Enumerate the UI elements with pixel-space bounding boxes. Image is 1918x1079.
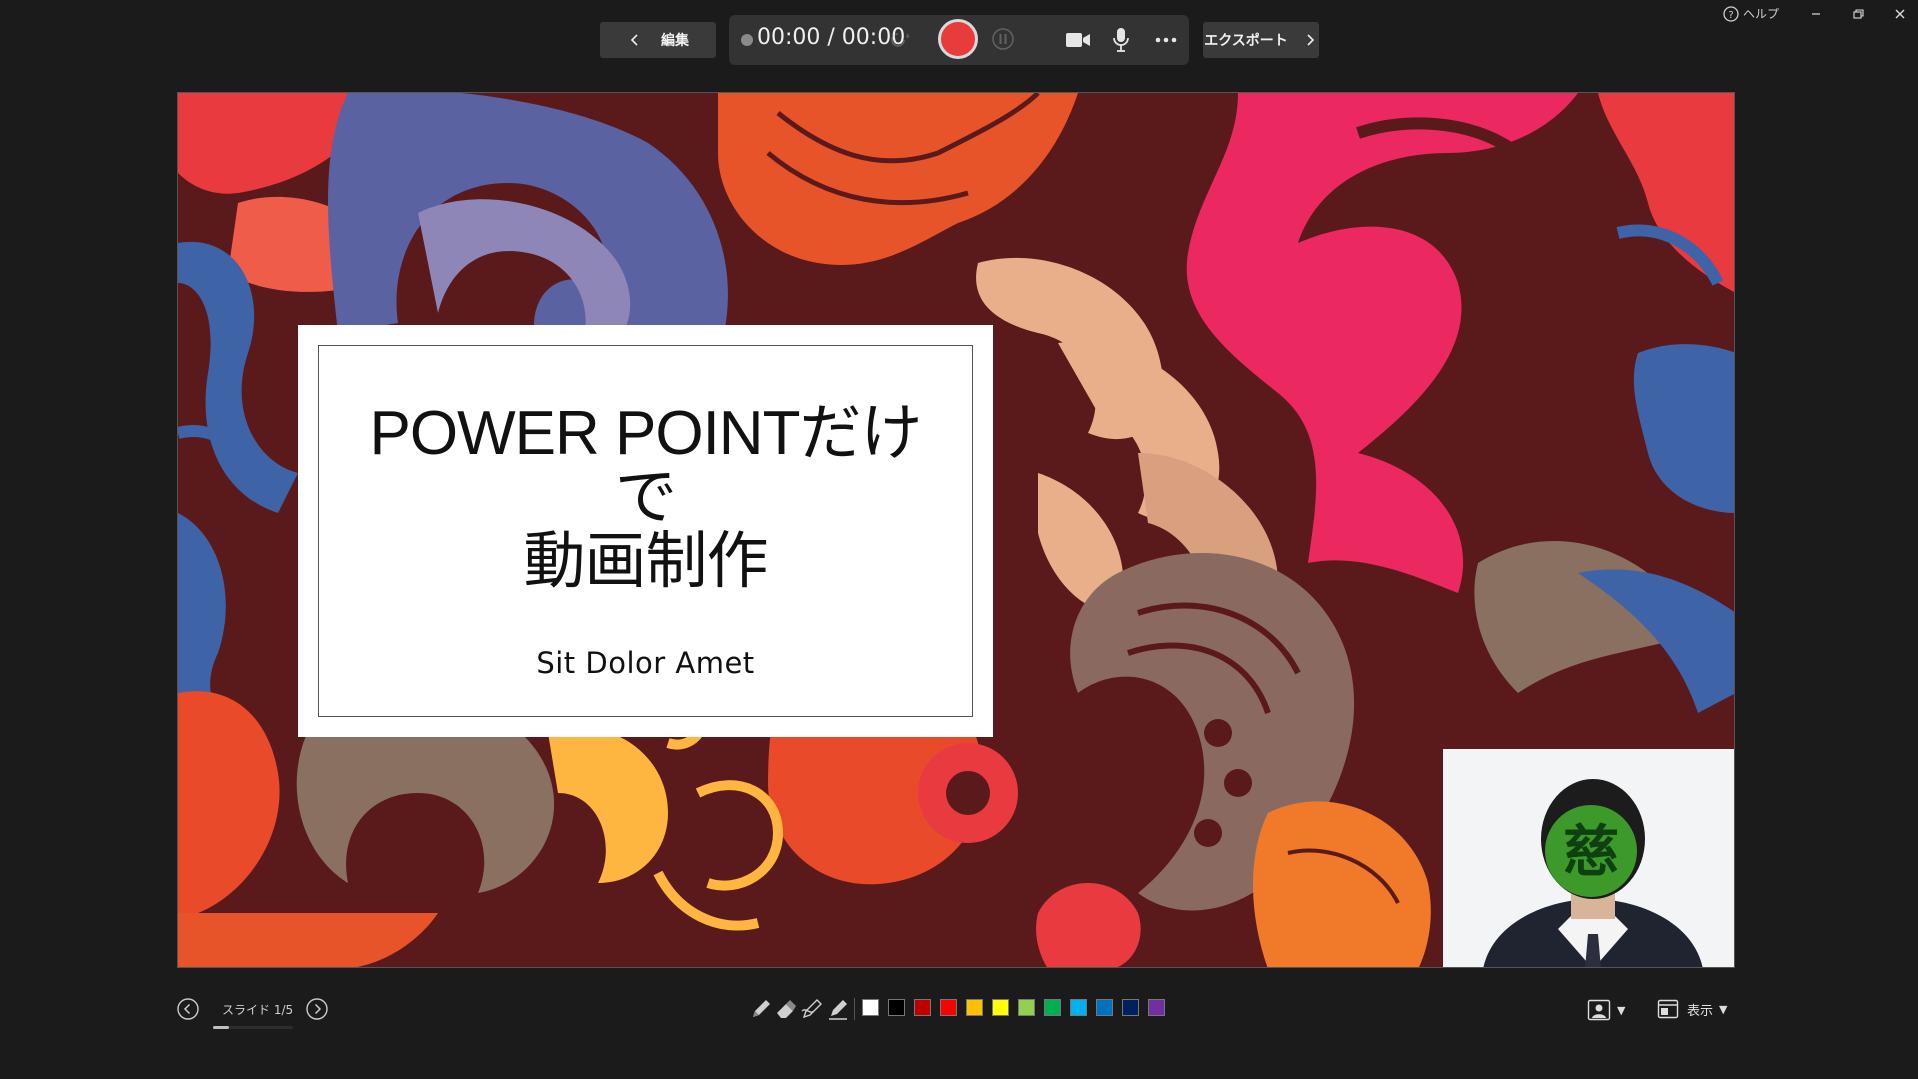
mosaic-glyph: 慈: [1563, 820, 1619, 885]
camera-options-button[interactable]: ▼: [1587, 999, 1625, 1021]
reset-icon[interactable]: [887, 29, 909, 51]
ink-color-palette: [862, 999, 1174, 1016]
edit-button-label: 編集: [661, 33, 689, 49]
slide-title: POWER POINTだけで 動画制作: [346, 402, 946, 594]
view-menu-caret-icon: ▼: [1719, 1002, 1728, 1016]
next-slide-icon[interactable]: [305, 997, 329, 1021]
export-button[interactable]: エクスポート: [1203, 22, 1319, 58]
chevron-right-icon: [1307, 34, 1314, 46]
recording-timer: 00:00 / 00:00: [757, 25, 906, 50]
help-icon: ?: [1723, 5, 1739, 22]
help-button[interactable]: ? ヘルプ: [1723, 5, 1779, 22]
edit-button[interactable]: 編集: [600, 22, 716, 58]
camera-icon[interactable]: [1065, 29, 1091, 51]
microphone-icon[interactable]: [1111, 26, 1131, 54]
camera-options-caret-icon: ▼: [1617, 1003, 1626, 1017]
pen-icon[interactable]: [749, 997, 773, 1021]
slide-progress-fill: [213, 1026, 229, 1029]
color-swatch[interactable]: [1070, 999, 1087, 1016]
webcam-preview: 慈: [1443, 749, 1734, 967]
presenter-video-icon: 慈: [1443, 749, 1734, 967]
record-button[interactable]: [938, 19, 978, 59]
color-swatch[interactable]: [888, 999, 905, 1016]
color-swatch[interactable]: [1044, 999, 1061, 1016]
color-swatch[interactable]: [1018, 999, 1035, 1016]
help-label: ヘルプ: [1743, 7, 1780, 21]
slide-progress-bar: [213, 1026, 293, 1029]
color-swatch[interactable]: [940, 999, 957, 1016]
person-frame-icon: [1587, 999, 1611, 1021]
recording-indicator-icon: [741, 34, 753, 46]
pause-icon[interactable]: [991, 27, 1015, 51]
layout-icon: [1657, 999, 1679, 1019]
view-menu-button[interactable]: 表示 ▼: [1657, 999, 1727, 1019]
more-options-icon[interactable]: [1153, 29, 1179, 51]
toolbar-divider: [854, 998, 855, 1020]
slide-title-line-1: POWER POINTだけで: [369, 399, 923, 532]
view-menu-label: 表示: [1687, 1003, 1714, 1019]
color-swatch[interactable]: [862, 999, 879, 1016]
color-swatch[interactable]: [992, 999, 1009, 1016]
minimize-icon[interactable]: [1808, 6, 1824, 22]
previous-slide-icon[interactable]: [176, 997, 200, 1021]
color-swatch[interactable]: [1122, 999, 1139, 1016]
slide-preview: POWER POINTだけで 動画制作 Sit Dolor Amet 慈: [177, 92, 1735, 968]
color-swatch[interactable]: [914, 999, 931, 1016]
slide-subtitle: Sit Dolor Amet: [536, 646, 755, 680]
laser-pointer-icon[interactable]: [800, 997, 824, 1021]
svg-text:?: ?: [1728, 10, 1733, 21]
slide-counter: スライド 1/5: [222, 1003, 294, 1017]
export-button-label: エクスポート: [1204, 33, 1288, 49]
restore-icon[interactable]: [1850, 6, 1866, 22]
title-frame: POWER POINTだけで 動画制作 Sit Dolor Amet: [318, 345, 973, 717]
highlighter-icon[interactable]: [826, 997, 850, 1021]
slide-title-line-2: 動画制作: [523, 527, 768, 596]
close-icon[interactable]: [1892, 6, 1908, 22]
title-placeholder: POWER POINTだけで 動画制作 Sit Dolor Amet: [298, 325, 993, 737]
color-swatch[interactable]: [1096, 999, 1113, 1016]
color-swatch[interactable]: [966, 999, 983, 1016]
color-swatch[interactable]: [1148, 999, 1165, 1016]
recording-toolbar: 00:00 / 00:00: [729, 15, 1189, 65]
chevron-left-icon: [630, 34, 638, 46]
eraser-icon[interactable]: [774, 997, 798, 1021]
